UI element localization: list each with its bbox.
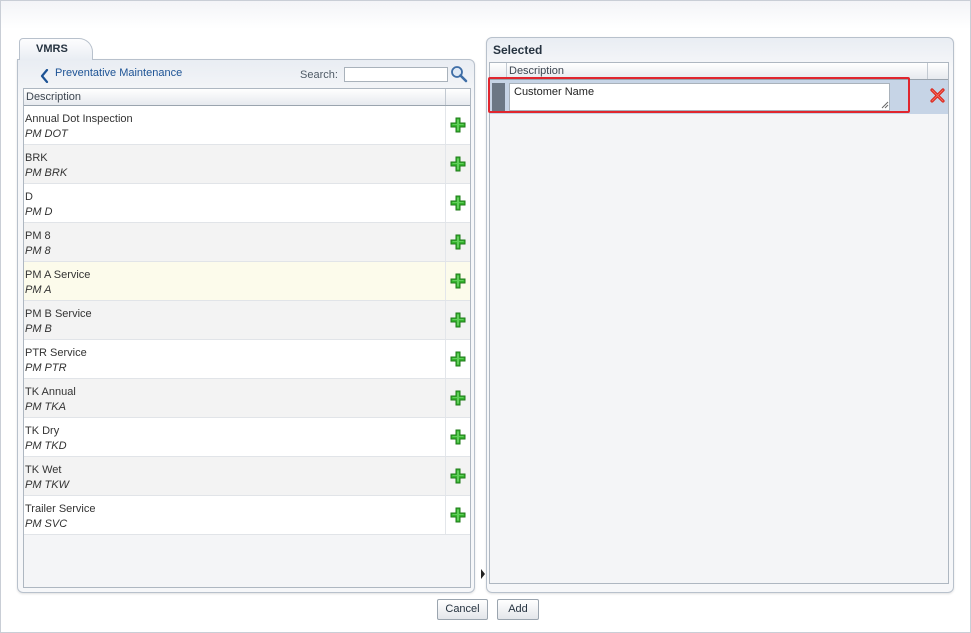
- column-header-description: Description: [509, 65, 565, 77]
- row-title: D: [25, 191, 33, 203]
- table-row[interactable]: Annual Dot Inspection PM DOT: [24, 106, 470, 145]
- row-code: PM TKA: [25, 401, 66, 413]
- add-icon[interactable]: [450, 312, 466, 328]
- selected-table-header: Description: [490, 63, 948, 80]
- row-title: PTR Service: [25, 347, 87, 359]
- row-title: PM B Service: [25, 308, 92, 320]
- add-icon[interactable]: [450, 117, 466, 133]
- table-body: Annual Dot Inspection PM DOT BRK PM BRK D PM …: [24, 106, 470, 535]
- search-label: Search:: [300, 69, 338, 81]
- row-code: PM DOT: [25, 128, 68, 140]
- selected-table: Description Customer Name: [489, 62, 949, 584]
- table-row[interactable]: BRK PM BRK: [24, 145, 470, 184]
- table-row[interactable]: D PM D: [24, 184, 470, 223]
- add-icon[interactable]: [450, 234, 466, 250]
- table-row[interactable]: TK Annual PM TKA: [24, 379, 470, 418]
- vmrs-table: Description Annual Dot Inspection PM DOT B…: [23, 88, 471, 588]
- table-row[interactable]: Trailer Service PM SVC: [24, 496, 470, 535]
- row-title: Annual Dot Inspection: [25, 113, 133, 125]
- search-input[interactable]: [344, 67, 448, 82]
- row-code: PM TKW: [25, 479, 69, 491]
- column-separator: [445, 262, 446, 300]
- column-separator: [445, 184, 446, 222]
- table-header: Description: [24, 89, 470, 106]
- row-code: PM A: [25, 284, 52, 296]
- table-row[interactable]: PM 8 PM 8: [24, 223, 470, 262]
- description-field[interactable]: Customer Name: [509, 83, 890, 111]
- column-header-description: Description: [26, 91, 82, 103]
- row-code: PM BRK: [25, 167, 68, 179]
- row-code: PM SVC: [25, 518, 68, 530]
- add-icon[interactable]: [450, 429, 466, 445]
- add-button[interactable]: Add: [497, 599, 539, 620]
- add-icon[interactable]: [450, 156, 466, 172]
- column-separator: [445, 340, 446, 378]
- table-row[interactable]: PTR Service PM PTR: [24, 340, 470, 379]
- back-link[interactable]: Preventative Maintenance: [55, 67, 182, 79]
- add-icon[interactable]: [450, 273, 466, 289]
- row-title: TK Annual: [25, 386, 76, 398]
- column-separator: [445, 301, 446, 339]
- row-code: PM 8: [25, 245, 51, 257]
- row-title: PM 8: [25, 230, 51, 242]
- row-title: PM A Service: [25, 269, 91, 281]
- row-title: TK Dry: [25, 425, 60, 437]
- row-code: PM D: [25, 206, 53, 218]
- cancel-button[interactable]: Cancel: [437, 599, 488, 620]
- row-code: PM TKD: [25, 440, 67, 452]
- column-separator: [445, 223, 446, 261]
- delete-icon[interactable]: [930, 88, 945, 103]
- add-icon[interactable]: [450, 507, 466, 523]
- resize-grip-icon[interactable]: [881, 101, 889, 109]
- table-row[interactable]: TK Dry PM TKD: [24, 418, 470, 457]
- selected-title: Selected: [493, 43, 543, 57]
- column-separator: [445, 457, 446, 495]
- selected-row[interactable]: Customer Name: [490, 80, 948, 114]
- add-icon[interactable]: [450, 468, 466, 484]
- row-title: BRK: [25, 152, 48, 164]
- table-row[interactable]: PM B Service PM B: [24, 301, 470, 340]
- column-separator: [445, 379, 446, 417]
- column-divider: [506, 63, 507, 79]
- add-icon[interactable]: [450, 390, 466, 406]
- row-code: PM PTR: [25, 362, 67, 374]
- chevron-left-icon[interactable]: [39, 69, 51, 83]
- tab-vmrs[interactable]: VMRS: [19, 38, 93, 60]
- column-separator: [445, 106, 446, 144]
- search-icon[interactable]: [450, 65, 468, 83]
- column-separator: [445, 418, 446, 456]
- row-handle[interactable]: [492, 83, 505, 111]
- left-panel-header: Preventative Maintenance Search:: [22, 66, 470, 86]
- add-icon[interactable]: [450, 195, 466, 211]
- add-icon[interactable]: [450, 351, 466, 367]
- table-row[interactable]: TK Wet PM TKW: [24, 457, 470, 496]
- column-separator: [445, 145, 446, 183]
- row-title: Trailer Service: [25, 503, 96, 515]
- tab-label: VMRS: [36, 43, 68, 55]
- table-row[interactable]: PM A Service PM A: [24, 262, 470, 301]
- column-divider: [445, 89, 446, 105]
- row-title: TK Wet: [25, 464, 62, 476]
- row-code: PM B: [25, 323, 52, 335]
- column-divider: [927, 63, 928, 79]
- column-separator: [445, 496, 446, 534]
